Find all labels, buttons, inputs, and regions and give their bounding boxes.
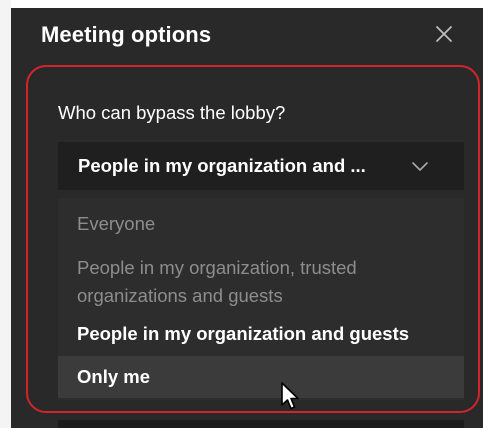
panel-bottom-divider	[58, 420, 464, 428]
screenshot-frame: Meeting options Who can bypass the lobby…	[0, 0, 486, 428]
app-background-strip	[0, 0, 11, 428]
close-icon	[436, 26, 452, 42]
highlight-outline	[26, 65, 480, 413]
mouse-pointer-icon	[281, 382, 299, 410]
close-button[interactable]	[428, 18, 460, 50]
panel-title: Meeting options	[41, 22, 212, 47]
